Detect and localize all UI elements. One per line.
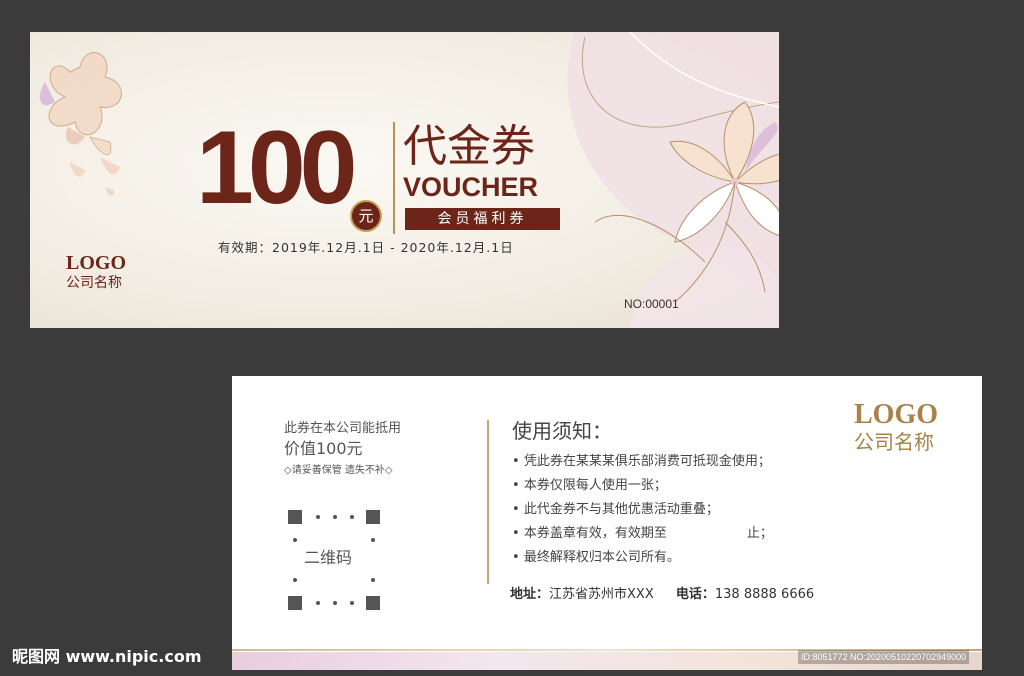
voucher-title-cn: 代金券 — [403, 121, 535, 172]
logo: LOGO — [854, 399, 939, 430]
qr-code-label: 二维码 — [304, 548, 353, 567]
company-name: 公司名称 — [854, 430, 934, 454]
voucher-front: 100 元 代金券 VOUCHER 会员福利券 有效期：2019年.12月.1日… — [30, 32, 779, 328]
list-item: • 凭此券在某某某俱乐部消费可抵现金使用； — [512, 454, 771, 469]
redeem-text: 此券在本公司能抵用 — [284, 421, 402, 436]
list-item: • 本券盖章有效，有效期至 止； — [512, 522, 832, 546]
address-label: 地址： — [510, 587, 550, 602]
top-left-flower — [39, 52, 122, 197]
contact-info: 地址：江苏省苏州市XXX 电话：138 8888 6666 — [510, 587, 814, 603]
phone: 138 8888 6666 — [714, 587, 815, 602]
voucher-back: 此券在本公司能抵用 价值100元 ◇请妥善保管 遗失不补◇ 二维码 使用须知： … — [232, 376, 982, 670]
list-item: • 此代金券不与其他优惠活动重叠； — [512, 502, 719, 517]
company-name: 公司名称 — [66, 275, 122, 291]
member-label: 会员福利券 — [405, 208, 560, 230]
divider — [487, 420, 489, 584]
notice-list: • 凭此券在某某某俱乐部消费可抵现金使用； • 本券仅限每人使用一张； • 此代… — [512, 450, 832, 570]
validity-period: 有效期：2019年.12月.1日 - 2020年.12月.1日 — [218, 240, 514, 255]
list-item: • 本券仅限每人使用一张； — [512, 478, 667, 493]
list-item: • 最终解释权归本公司所有。 — [512, 550, 680, 565]
notice-tail: 止； — [746, 526, 773, 541]
address: 江苏省苏州市XXX — [549, 587, 654, 602]
keep-safe-note: ◇请妥善保管 遗失不补◇ — [284, 465, 393, 476]
image-id-watermark: ID:8051772 NO:20200510220702949000 — [798, 650, 970, 664]
currency-badge: 元 — [350, 200, 382, 232]
serial-number: NO:00001 — [624, 297, 679, 311]
logo: LOGO — [66, 252, 127, 274]
divider — [393, 122, 395, 234]
phone-label: 电话： — [675, 587, 715, 602]
voucher-title-en: VOUCHER — [403, 172, 539, 202]
value-text: 价值100元 — [284, 439, 363, 458]
right-flower — [567, 32, 779, 328]
notice-title: 使用须知： — [512, 419, 612, 443]
voucher-amount: 100 — [196, 110, 358, 226]
site-watermark: 昵图网 www.nipic.com — [12, 647, 202, 666]
